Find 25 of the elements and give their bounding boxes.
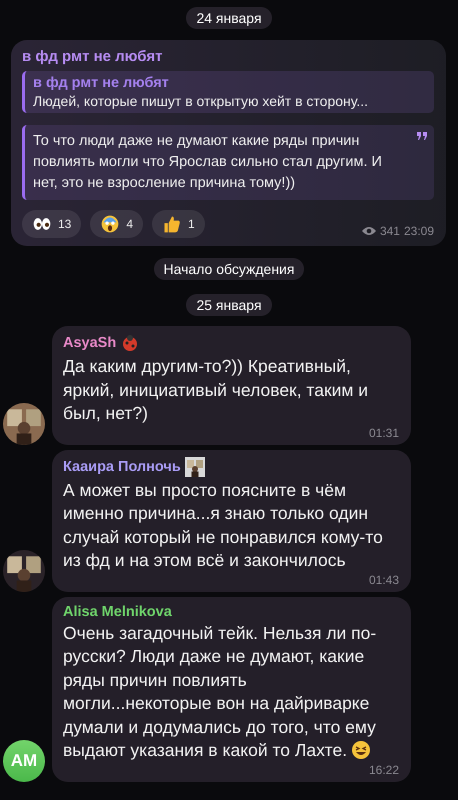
sender-name[interactable]: AsyaSh	[63, 335, 116, 351]
date-label: 25 января	[186, 294, 272, 316]
message-time: 16:22	[368, 762, 399, 776]
view-count: 341	[380, 224, 400, 238]
thumbs-up-icon	[162, 214, 182, 234]
reaction-chip[interactable]: 1	[152, 210, 205, 238]
grinning-face-icon	[351, 740, 372, 760]
message-text: А может вы просто поясните в чём именно причина...я знаю только один случай который не понравился кому-то из фд и на этом всё и закончилось	[63, 478, 384, 572]
message-time: 01:31	[368, 426, 399, 440]
reply-preview[interactable]: в фд рмт не любят Людей, которые пишут в открытую хейт в сторону...	[22, 71, 434, 113]
reaction-chip[interactable]: 13	[22, 210, 82, 238]
message-text: Да каким другим-то?)) Креативный, яркий, инициативый человек, таким и был, нет?)	[63, 355, 370, 425]
reaction-chip[interactable]: 4	[90, 210, 144, 238]
quote-text: То что люди даже не думают какие ряды причин повлиять могли что Ярослав сильно стал другим. И нет, это не взросление причина тому!))	[22, 125, 434, 200]
date-label: 24 января	[186, 7, 272, 29]
sender-name[interactable]: Alisa Melnikova	[63, 604, 172, 620]
message-time: 01:43	[368, 572, 399, 586]
message-text: Очень загадочный тейк. Нельзя ли по-русски? Люди даже не думают, какие ряды причин повлиять могли...некоторые вон на дайриварке думали и додумались до того, что ему выдают указания в какой то Лахте.	[63, 622, 378, 762]
sender-name[interactable]: Кааира Полночь	[63, 458, 181, 474]
eye-icon	[362, 226, 376, 236]
post-title: в фд рмт не любят	[22, 48, 164, 65]
screaming-face-icon	[100, 214, 120, 234]
post-time: 23:09	[404, 224, 434, 238]
service-message: Начало обсуждения	[154, 258, 304, 280]
quote-icon	[417, 132, 427, 140]
